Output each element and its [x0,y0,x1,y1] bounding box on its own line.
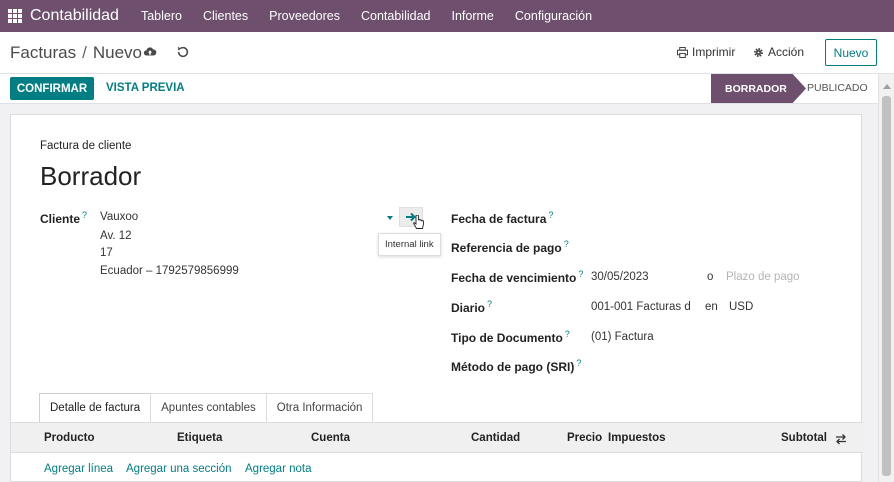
add-note-link[interactable]: Agregar nota [245,463,312,475]
print-button[interactable]: Imprimir [677,45,735,59]
printer-icon [677,46,688,58]
internal-link-tooltip: Internal link [378,233,441,256]
column-impuestos[interactable]: Impuestos [608,432,666,444]
breadcrumb-separator: / [82,43,87,62]
or-text: o [707,271,714,283]
payment-method-label: Método de pago (SRI)? [451,358,582,374]
breadcrumb-facturas[interactable]: Facturas [10,43,76,63]
discard-icon[interactable] [176,45,190,59]
document-kind-label: Tipo de Documento? [451,329,570,345]
top-navbar: Contabilidad Tablero Clientes Proveedore… [0,0,894,32]
tab-otra-informacion[interactable]: Otra Información [265,393,374,422]
invoice-lines-header: Producto Etiqueta Cuenta Cantidad Precio… [11,423,863,453]
print-label: Imprimir [692,45,736,59]
internal-link-button[interactable] [399,207,424,229]
nav-item-contabilidad[interactable]: Contabilidad [361,9,431,23]
nav-item-proveedores[interactable]: Proveedores [269,9,340,23]
new-button[interactable]: Nuevo [825,39,877,66]
gear-icon [754,47,763,57]
help-icon[interactable]: ? [578,269,583,279]
control-panel: Facturas / Nuevo Imprimir Acción Nuevo [0,32,894,74]
currency-field[interactable]: USD [729,301,753,313]
customer-address-line: Ecuador – 1792579856999 [100,265,239,277]
nav-item-tablero[interactable]: Tablero [141,9,182,23]
customer-address-line: 17 [100,247,113,259]
apps-grid-icon[interactable] [8,9,22,23]
column-toggle-icon[interactable] [835,433,847,445]
stage-publicado[interactable]: PUBLICADO [807,82,868,94]
preview-button[interactable]: VISTA PREVIA [106,82,185,94]
app-brand[interactable]: Contabilidad [30,7,119,25]
breadcrumb-current: Nuevo [92,43,143,62]
help-icon[interactable]: ? [487,299,492,309]
tab-detalle-factura[interactable]: Detalle de factura [39,393,152,422]
stage-borrador[interactable]: BORRADOR [711,74,806,103]
nav-item-configuracion[interactable]: Configuración [515,9,592,23]
help-icon[interactable]: ? [564,239,569,249]
due-date-field[interactable]: 30/05/2023 [591,271,649,283]
document-type: Factura de cliente [40,140,132,152]
help-icon[interactable]: ? [576,358,581,368]
status-bar: CONFIRMAR VISTA PREVIA BORRADOR PUBLICAD… [0,74,878,104]
hand-cursor-icon [413,215,424,229]
notebook-tabs: Detalle de factura Apuntes contables Otr… [39,393,374,422]
action-button[interactable]: Acción [753,45,804,59]
scroll-thumb[interactable] [882,96,891,476]
dropdown-caret-icon[interactable] [387,216,393,220]
customer-name[interactable]: Vauxoo [100,211,138,223]
customer-label: Cliente? [40,210,88,226]
help-icon[interactable]: ? [548,210,553,220]
breadcrumb: Facturas / Nuevo [10,43,142,63]
scroll-up-arrow-icon[interactable] [883,84,891,89]
confirm-button[interactable]: CONFIRMAR [10,77,94,100]
journal-label: Diario? [451,299,493,315]
cloud-upload-icon[interactable] [143,45,157,59]
column-cuenta[interactable]: Cuenta [311,432,350,444]
in-text: en [705,301,718,313]
column-cantidad[interactable]: Cantidad [471,432,520,444]
add-line-link[interactable]: Agregar línea [44,463,113,475]
due-date-label: Fecha de vencimiento? [451,269,584,285]
document-title: Borrador [40,161,142,191]
document-kind-field[interactable]: (01) Factura [591,331,654,343]
journal-field[interactable]: 001-001 Facturas d [591,301,691,313]
tab-apuntes-contables[interactable]: Apuntes contables [150,393,267,422]
payment-reference-label: Referencia de pago? [451,239,569,255]
payment-terms-field[interactable]: Plazo de pago [726,271,800,283]
column-subtotal[interactable]: Subtotal [781,432,827,444]
action-label: Acción [768,45,805,59]
vertical-scrollbar[interactable] [878,74,894,482]
column-precio[interactable]: Precio [567,432,602,444]
help-icon[interactable]: ? [565,329,570,339]
column-etiqueta[interactable]: Etiqueta [177,432,222,444]
column-producto[interactable]: Producto [44,432,94,444]
add-section-link[interactable]: Agregar una sección [126,463,231,475]
customer-address-line: Av. 12 [100,230,132,242]
nav-item-clientes[interactable]: Clientes [203,9,248,23]
help-icon[interactable]: ? [82,210,87,220]
invoice-date-label: Fecha de factura? [451,210,554,226]
form-sheet: Factura de cliente Borrador Cliente? Vau… [10,114,863,482]
nav-item-informe[interactable]: Informe [452,9,494,23]
